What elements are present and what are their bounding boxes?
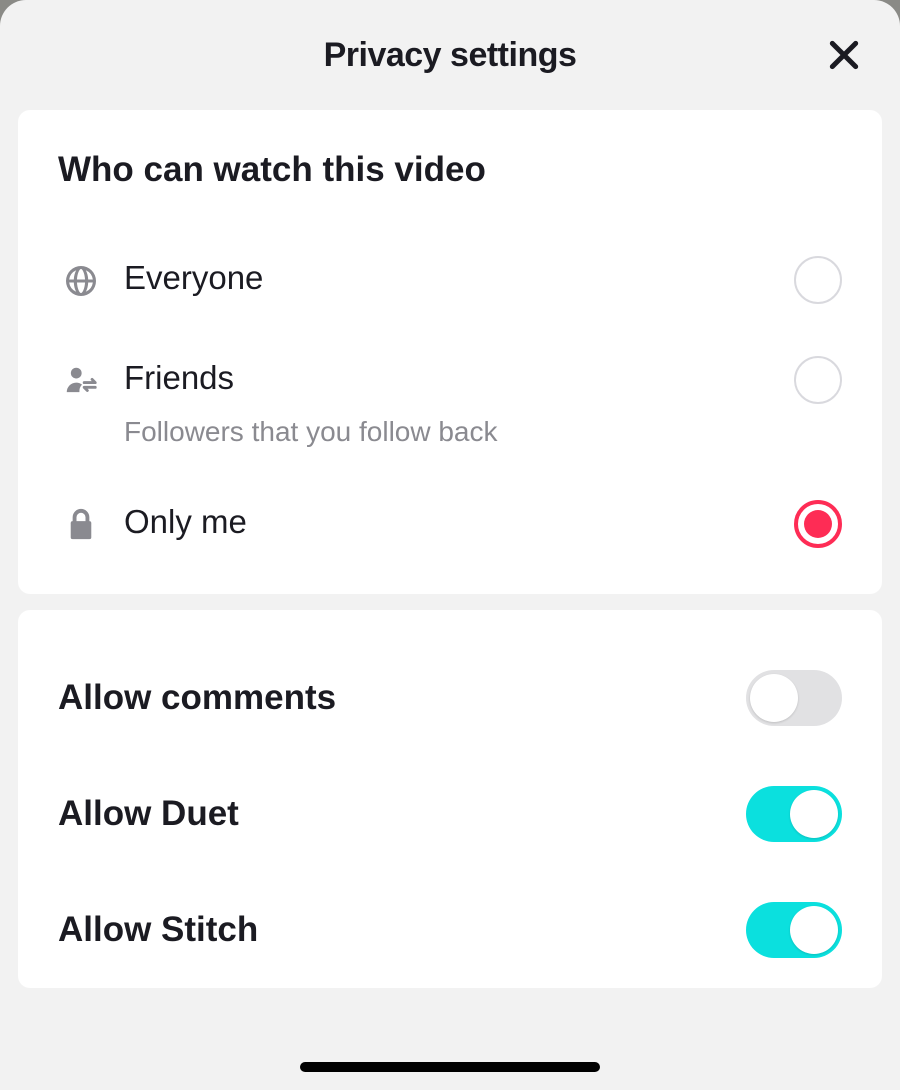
visibility-option-friends[interactable]: Friends Followers that you follow back bbox=[58, 340, 842, 466]
toggle-row-comments: Allow comments bbox=[58, 640, 842, 756]
close-button[interactable] bbox=[816, 27, 872, 83]
visibility-option-only-me[interactable]: Only me bbox=[58, 484, 842, 566]
lock-icon bbox=[58, 502, 104, 548]
toggle-row-stitch: Allow Stitch bbox=[58, 872, 842, 988]
sheet-title: Privacy settings bbox=[324, 36, 577, 75]
privacy-settings-sheet: Privacy settings Who can watch this vide… bbox=[0, 0, 900, 1090]
toggle-row-duet: Allow Duet bbox=[58, 756, 842, 872]
toggle-allow-comments[interactable] bbox=[746, 670, 842, 726]
globe-icon bbox=[58, 258, 104, 304]
toggle-allow-duet[interactable] bbox=[746, 786, 842, 842]
toggle-label: Allow Duet bbox=[58, 794, 239, 834]
visibility-card: Who can watch this video Everyone bbox=[18, 110, 882, 594]
interactions-card: Allow comments Allow Duet Allow Stitch bbox=[18, 610, 882, 988]
visibility-section-title: Who can watch this video bbox=[58, 150, 842, 190]
radio-control[interactable] bbox=[794, 356, 842, 404]
toggle-label: Allow comments bbox=[58, 678, 336, 718]
radio-control[interactable] bbox=[794, 256, 842, 304]
option-label: Everyone bbox=[124, 258, 794, 298]
option-label: Only me bbox=[124, 502, 794, 542]
radio-control[interactable] bbox=[794, 500, 842, 548]
close-icon bbox=[824, 35, 864, 75]
option-subtitle: Followers that you follow back bbox=[124, 416, 794, 448]
sheet-header: Privacy settings bbox=[0, 0, 900, 110]
friends-icon bbox=[58, 358, 104, 404]
option-label: Friends bbox=[124, 358, 794, 398]
toggle-label: Allow Stitch bbox=[58, 910, 258, 950]
toggle-allow-stitch[interactable] bbox=[746, 902, 842, 958]
home-indicator[interactable] bbox=[300, 1062, 600, 1072]
visibility-option-everyone[interactable]: Everyone bbox=[58, 240, 842, 322]
